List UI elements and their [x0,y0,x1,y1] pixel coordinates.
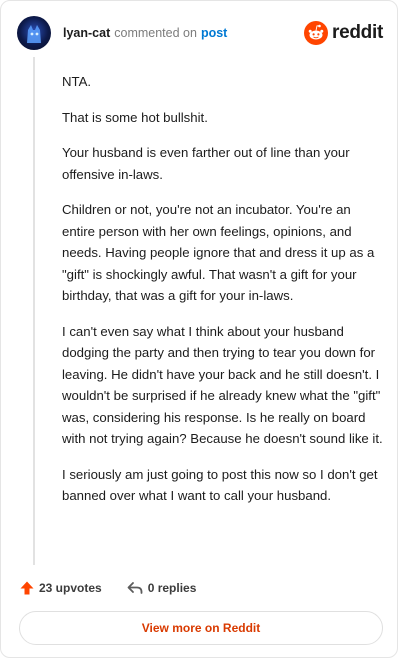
reply-count: 0 replies [147,581,197,595]
action-text: commented on [114,26,197,40]
upvote-count: 23 upvotes [39,581,102,595]
reply-button[interactable]: 0 replies [126,580,197,596]
comment-paragraph: That is some hot bullshit. [62,109,208,125]
comment-paragraph: NTA. [62,74,92,89]
upvote-button[interactable]: 23 upvotes [19,580,102,596]
comment-paragraph: Children or not, you're not an incubator… [62,202,375,303]
comment-header: lyan-cat commented on post reddit [17,15,383,51]
user-avatar[interactable] [17,16,51,50]
username[interactable]: lyan-cat [63,26,110,40]
reddit-logo[interactable]: reddit [304,21,383,45]
thread-line [33,57,35,565]
comment-embed-card: lyan-cat commented on post reddit NTA. T… [0,0,398,658]
view-more-button[interactable]: View more on Reddit [19,611,383,645]
comment-paragraph: I can't even say what I think about your… [62,323,383,447]
comment-paragraph: Your husband is even farther out of line… [62,145,350,182]
reply-arrow-icon [127,582,143,594]
upvote-arrow-icon [20,581,34,595]
reddit-alien-icon [304,21,329,45]
comment-actions: 23 upvotes 0 replies [19,577,196,599]
comment-paragraph: I seriously am just going to post this n… [62,466,378,504]
brand-wordmark: reddit [332,22,383,43]
comment-body: NTA. That is some hot bullshit. Your hus… [62,71,384,521]
cat-avatar-icon [27,25,41,43]
post-link[interactable]: post [201,26,227,40]
comment-meta: lyan-cat commented on post [63,26,227,40]
